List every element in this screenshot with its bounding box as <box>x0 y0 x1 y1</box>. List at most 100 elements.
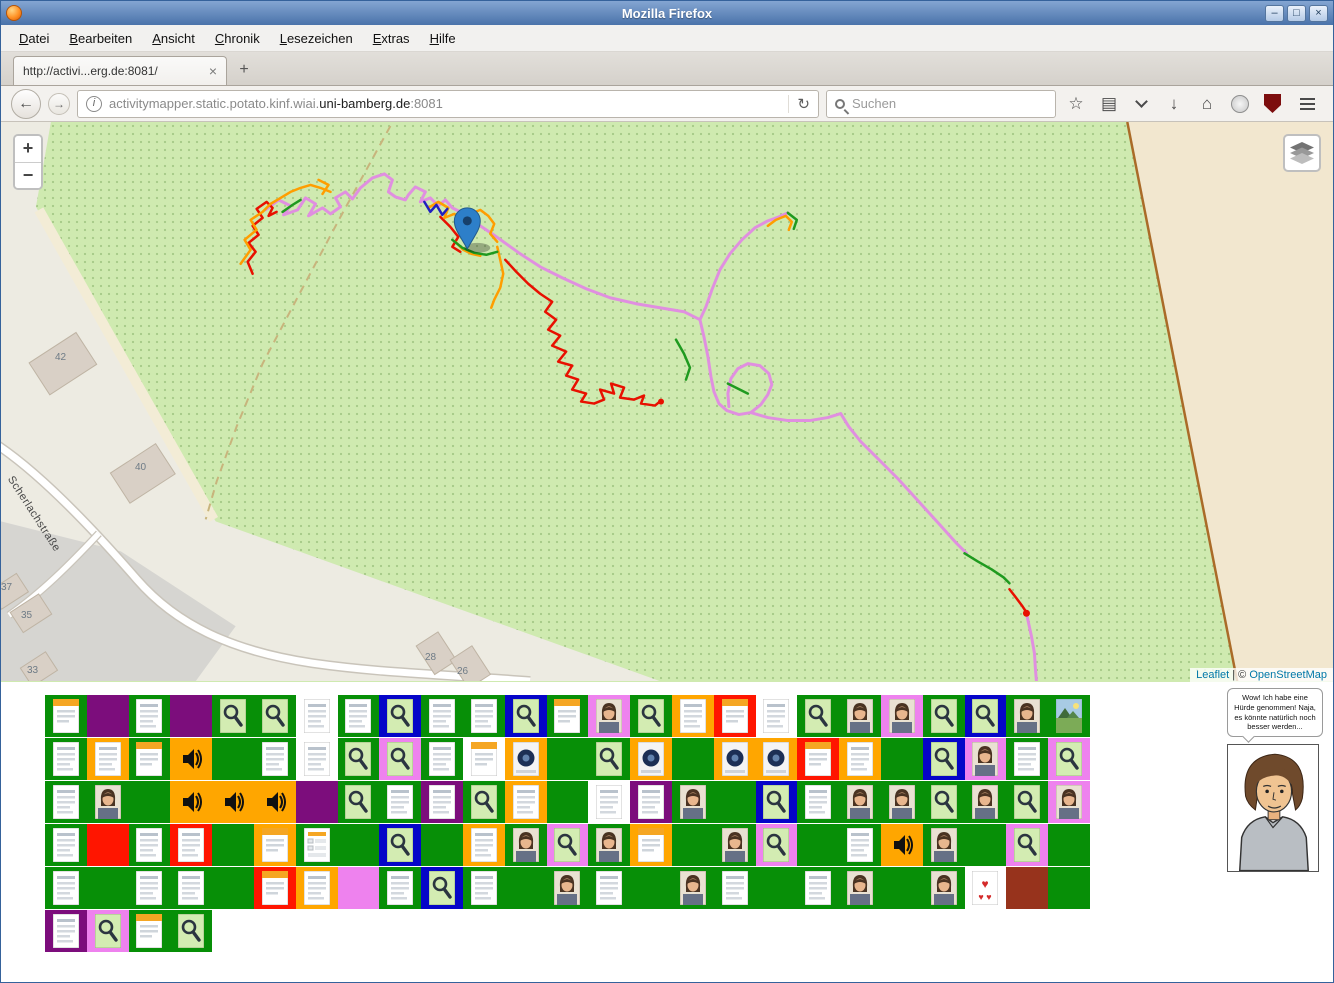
timeline-thumbnail-zoom[interactable] <box>923 695 965 737</box>
ublock-shield-icon[interactable] <box>1264 94 1281 113</box>
timeline-thumbnail-doc[interactable] <box>45 867 87 909</box>
downloads-icon[interactable]: ↓ <box>1161 94 1187 114</box>
timeline-thumbnail-card[interactable] <box>630 824 672 866</box>
back-button[interactable]: ← <box>11 89 41 119</box>
timeline-thumbnail-zoom[interactable] <box>588 738 630 780</box>
timeline-thumbnail-speaker[interactable] <box>170 738 212 780</box>
menu-ansicht[interactable]: Ansicht <box>142 26 205 51</box>
timeline-thumbnail-zoom[interactable] <box>254 695 296 737</box>
menu-datei[interactable]: Datei <box>9 26 59 51</box>
timeline-thumbnail-none[interactable] <box>87 824 129 866</box>
timeline-thumbnail-doc[interactable] <box>672 695 714 737</box>
timeline-thumbnail-doc[interactable] <box>1006 738 1048 780</box>
minimize-button[interactable]: – <box>1265 5 1284 22</box>
timeline-thumbnail-none[interactable] <box>756 867 798 909</box>
timeline-thumbnail-portrait[interactable] <box>672 781 714 823</box>
timeline-thumbnail-none[interactable] <box>1048 867 1090 909</box>
menu-extras[interactable]: Extras <box>363 26 420 51</box>
timeline-thumbnail-none[interactable] <box>965 824 1007 866</box>
timeline-thumbnail-none[interactable] <box>129 781 171 823</box>
timeline-thumbnail-zoom[interactable] <box>338 781 380 823</box>
timeline-thumbnail-card[interactable] <box>129 738 171 780</box>
timeline-thumbnail-doc[interactable] <box>839 738 881 780</box>
close-button[interactable]: × <box>1309 5 1328 22</box>
timeline-thumbnail-portrait[interactable] <box>965 738 1007 780</box>
timeline-thumbnail-zoom[interactable] <box>923 738 965 780</box>
timeline-thumbnail-zoom[interactable] <box>379 695 421 737</box>
timeline-thumbnail-card[interactable] <box>254 824 296 866</box>
timeline-thumbnail-doc[interactable] <box>463 867 505 909</box>
timeline-thumbnail-none[interactable] <box>296 781 338 823</box>
url-bar[interactable]: i activitymapper.static.potato.kinf.wiai… <box>77 90 819 118</box>
menu-bearbeiten[interactable]: Bearbeiten <box>59 26 142 51</box>
timeline-thumbnail-doc[interactable] <box>296 867 338 909</box>
timeline-thumbnail-portrait[interactable] <box>714 824 756 866</box>
timeline-thumbnail-zoom[interactable] <box>379 738 421 780</box>
timeline-thumbnail-camera[interactable] <box>505 738 547 780</box>
timeline-thumbnail-zoom[interactable] <box>1006 781 1048 823</box>
timeline-thumbnail-doc[interactable] <box>421 695 463 737</box>
timeline-thumbnail-portrait[interactable] <box>923 867 965 909</box>
timeline-thumbnail-zoom[interactable] <box>965 695 1007 737</box>
timeline-thumbnail-zoom[interactable] <box>1006 824 1048 866</box>
timeline-thumbnail-doc[interactable] <box>421 781 463 823</box>
timeline-thumbnail-doc[interactable] <box>463 824 505 866</box>
timeline-thumbnail-portrait[interactable] <box>923 824 965 866</box>
timeline-thumbnail-zoom[interactable] <box>170 910 212 952</box>
timeline-thumbnail-portrait[interactable] <box>588 824 630 866</box>
timeline-thumbnail-zoom[interactable] <box>87 910 129 952</box>
timeline-thumbnail-doc[interactable] <box>254 738 296 780</box>
zoom-in-button[interactable]: + <box>15 136 41 162</box>
timeline-thumbnail-doc[interactable] <box>338 695 380 737</box>
timeline-thumbnail-card[interactable] <box>714 695 756 737</box>
timeline-thumbnail-doc[interactable] <box>129 824 171 866</box>
timeline-thumbnail-zoom[interactable] <box>756 781 798 823</box>
timeline-thumbnail-none[interactable] <box>338 824 380 866</box>
timeline-thumbnail-hearts[interactable]: ♥♥ ♥ <box>965 867 1007 909</box>
timeline-thumbnail-card[interactable] <box>797 738 839 780</box>
timeline-thumbnail-portrait[interactable] <box>672 867 714 909</box>
timeline-thumbnail-camera[interactable] <box>756 738 798 780</box>
library-icon[interactable]: ▤ <box>1096 94 1122 114</box>
menu-lesezeichen[interactable]: Lesezeichen <box>270 26 363 51</box>
leaflet-link[interactable]: Leaflet <box>1196 669 1229 681</box>
timeline-thumbnail-none[interactable] <box>881 738 923 780</box>
timeline-thumbnail-none[interactable] <box>505 867 547 909</box>
timeline-thumbnail-none[interactable] <box>547 738 589 780</box>
timeline-thumbnail-doc[interactable] <box>839 824 881 866</box>
timeline-thumbnail-portrait[interactable] <box>839 867 881 909</box>
timeline-thumbnail-doc[interactable] <box>421 738 463 780</box>
layers-control[interactable] <box>1283 134 1321 172</box>
timeline-thumbnail-doc[interactable] <box>87 738 129 780</box>
timeline-thumbnail-none[interactable] <box>87 867 129 909</box>
menu-hilfe[interactable]: Hilfe <box>420 26 466 51</box>
browser-tab[interactable]: http://activi...erg.de:8081/ × <box>13 56 227 85</box>
timeline-thumbnail-none[interactable] <box>797 824 839 866</box>
timeline-thumbnail-none[interactable] <box>87 695 129 737</box>
timeline-thumbnail-portrait[interactable] <box>547 867 589 909</box>
timeline-thumbnail-zoom[interactable] <box>421 867 463 909</box>
timeline-thumbnail-portrait[interactable] <box>839 781 881 823</box>
timeline-thumbnail-zoom[interactable] <box>1048 738 1090 780</box>
timeline-thumbnail-zoom[interactable] <box>505 695 547 737</box>
extension-icon[interactable] <box>1231 95 1249 113</box>
timeline-thumbnail-doc[interactable] <box>379 781 421 823</box>
timeline-thumbnail-none[interactable] <box>547 781 589 823</box>
timeline-thumbnail-doc[interactable] <box>588 781 630 823</box>
timeline-thumbnail-none[interactable] <box>212 867 254 909</box>
map-view[interactable]: + − Scherlachstraße 42403735332826 Leafl… <box>1 122 1333 682</box>
timeline-thumbnail-none[interactable] <box>630 867 672 909</box>
timeline-thumbnail-doc[interactable] <box>45 910 87 952</box>
timeline-thumbnail-doc[interactable] <box>630 781 672 823</box>
timeline-thumbnail-none[interactable] <box>1006 867 1048 909</box>
timeline-thumbnail-zoom[interactable] <box>756 824 798 866</box>
timeline-thumbnail-zoom[interactable] <box>463 781 505 823</box>
reload-button[interactable]: ↻ <box>788 95 810 113</box>
timeline-thumbnail-doc[interactable] <box>129 695 171 737</box>
timeline-thumbnail-card[interactable] <box>254 867 296 909</box>
timeline-thumbnail-portrait[interactable] <box>1048 781 1090 823</box>
map-marker[interactable] <box>454 208 490 253</box>
timeline-thumbnail-zoom[interactable] <box>379 824 421 866</box>
timeline-thumbnail-doc[interactable] <box>797 781 839 823</box>
tab-close-icon[interactable]: × <box>209 64 217 78</box>
